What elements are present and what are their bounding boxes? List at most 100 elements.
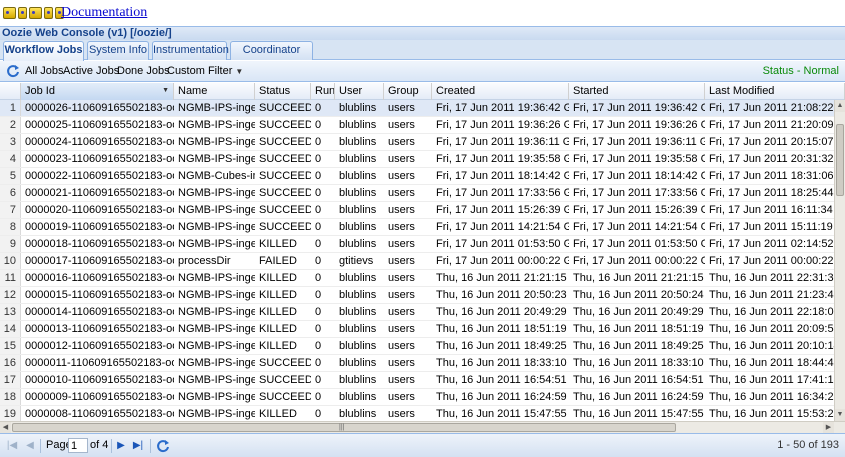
- scroll-up-icon[interactable]: ▲: [835, 100, 845, 112]
- cell-run: 0: [315, 374, 322, 386]
- table-row[interactable]: 7 0000020-110609165502183-oozie-oo NGMB-IP…: [0, 202, 834, 219]
- table-row[interactable]: 9 0000018-110609165502183-oozie-oo NGMB-IP…: [0, 236, 834, 253]
- cell-name: NGMB-IPS-ingestion: [178, 408, 255, 420]
- cell-last-modified: Thu, 16 Jun 2011 22:31:37 GMT: [709, 272, 834, 284]
- cell-job-id: 0000014-110609165502183-oozie-oo: [25, 306, 174, 318]
- tab-coordinator-jobs[interactable]: Coordinator Jobs: [230, 41, 313, 73]
- cell-last-modified: Thu, 16 Jun 2011 20:09:53 GMT: [709, 323, 834, 335]
- table-row[interactable]: 14 0000013-110609165502183-oozie-oo NGMB-I…: [0, 321, 834, 338]
- table-row[interactable]: 13 0000014-110609165502183-oozie-oo NGMB-I…: [0, 304, 834, 321]
- sort-desc-icon[interactable]: ▼: [162, 83, 169, 99]
- dropdown-caret-icon: ▼: [235, 67, 244, 76]
- table-row[interactable]: 16 0000011-110609165502183-oozie-oo NGMB-I…: [0, 355, 834, 372]
- cell-name: NGMB-IPS-ingestion: [178, 357, 255, 369]
- table-row[interactable]: 11 0000016-110609165502183-oozie-oo NGMB-I…: [0, 270, 834, 287]
- table-row[interactable]: 3 0000024-110609165502183-oozie-oo NGMB-IP…: [0, 134, 834, 151]
- cell-run: 0: [315, 136, 322, 148]
- prev-page-icon[interactable]: ◀: [24, 440, 36, 452]
- tab-instrumentation[interactable]: Instrumentation: [152, 41, 229, 60]
- table-row[interactable]: 18 0000009-110609165502183-oozie-oo NGMB-I…: [0, 389, 834, 406]
- column-header-started[interactable]: Started: [569, 83, 705, 100]
- all-jobs-button[interactable]: All Jobs: [25, 65, 64, 78]
- cell-user: blublins: [339, 187, 377, 199]
- cell-last-modified: Fri, 17 Jun 2011 00:00:22 GMT: [709, 255, 834, 267]
- column-header-status[interactable]: Status: [255, 83, 311, 100]
- row-number: 14: [0, 321, 21, 337]
- cell-status: SUCCEEDED: [259, 102, 311, 114]
- refresh-icon[interactable]: [6, 64, 20, 78]
- cell-run: 0: [315, 306, 322, 318]
- table-row[interactable]: 8 0000019-110609165502183-oozie-oo NGMB-IP…: [0, 219, 834, 236]
- cell-started: Fri, 17 Jun 2011 17:33:56 GMT: [573, 187, 705, 199]
- documentation-link[interactable]: Documentation: [61, 5, 147, 21]
- cell-run: 0: [315, 323, 322, 335]
- table-row[interactable]: 4 0000023-110609165502183-oozie-oo NGMB-IP…: [0, 151, 834, 168]
- column-header-run[interactable]: Run: [311, 83, 335, 100]
- custom-filter-label: Custom Filter: [167, 65, 233, 77]
- cell-created: Fri, 17 Jun 2011 19:36:26 GMT: [436, 119, 569, 131]
- tab-system-info[interactable]: System Info: [87, 41, 149, 60]
- cell-group: users: [388, 119, 415, 131]
- cell-name: NGMB-IPS-ingestion: [178, 374, 255, 386]
- cell-started: Thu, 16 Jun 2011 20:50:24 GMT: [573, 289, 705, 301]
- top-bar: Documentation: [0, 0, 845, 26]
- column-header-name[interactable]: Name: [174, 83, 255, 100]
- cell-run: 0: [315, 153, 322, 165]
- cell-job-id: 0000026-110609165502183-oozie-oo: [25, 102, 174, 114]
- table-row[interactable]: 2 0000025-110609165502183-oozie-oo NGMB-IP…: [0, 117, 834, 134]
- horizontal-scroll-thumb[interactable]: |||: [12, 423, 676, 432]
- cell-name: NGMB-IPS-ingestion: [178, 391, 255, 403]
- grip-icon: |||: [339, 424, 345, 431]
- cell-created: Thu, 16 Jun 2011 21:21:15 GMT: [436, 272, 569, 284]
- custom-filter-menu[interactable]: Custom Filter ▼: [167, 65, 243, 78]
- column-header-job-id[interactable]: Job Id ▼: [21, 83, 174, 100]
- table-row[interactable]: 12 0000015-110609165502183-oozie-oo NGMB-I…: [0, 287, 834, 304]
- scroll-down-icon[interactable]: ▼: [835, 409, 845, 421]
- cell-started: Fri, 17 Jun 2011 00:00:22 GMT: [573, 255, 705, 267]
- column-header-label: Job Id: [25, 85, 55, 97]
- cell-status: SUCCEEDED: [259, 119, 311, 131]
- cell-user: blublins: [339, 204, 377, 216]
- cell-last-modified: Thu, 16 Jun 2011 20:10:14 GMT: [709, 340, 834, 352]
- row-number: 7: [0, 202, 21, 218]
- column-header-user[interactable]: User: [335, 83, 384, 100]
- refresh-icon[interactable]: [156, 439, 170, 453]
- separator: [111, 439, 112, 453]
- cell-started: Thu, 16 Jun 2011 21:21:15 GMT: [573, 272, 705, 284]
- column-header-group[interactable]: Group: [384, 83, 432, 100]
- next-page-icon[interactable]: ▶: [115, 440, 127, 452]
- table-row[interactable]: 1 0000026-110609165502183-oozie-oo NGMB-IP…: [0, 100, 834, 117]
- table-row[interactable]: 19 0000008-110609165502183-oozie-oo NGMB-I…: [0, 406, 834, 421]
- table-row[interactable]: 10 0000017-110609165502183-oozie-oo proces…: [0, 253, 834, 270]
- cell-status: KILLED: [259, 272, 297, 284]
- cell-name: NGMB-IPS-ingestion: [178, 306, 255, 318]
- cell-last-modified: Fri, 17 Jun 2011 02:14:52 GMT: [709, 238, 834, 250]
- active-jobs-button[interactable]: Active Jobs: [63, 65, 119, 78]
- page-number-input[interactable]: [68, 438, 88, 453]
- table-row[interactable]: 5 0000022-110609165502183-oozie-oo NGMB-Cu…: [0, 168, 834, 185]
- column-header-last-modified[interactable]: Last Modified: [705, 83, 845, 100]
- table-row[interactable]: 17 0000010-110609165502183-oozie-oo NGMB-I…: [0, 372, 834, 389]
- cell-job-id: 0000023-110609165502183-oozie-oo: [25, 153, 174, 165]
- first-page-icon[interactable]: |◀: [6, 440, 18, 452]
- done-jobs-button[interactable]: Done Jobs: [117, 65, 170, 78]
- tab-workflow-jobs[interactable]: Workflow Jobs: [3, 41, 84, 61]
- cell-group: users: [388, 170, 415, 182]
- cell-started: Fri, 17 Jun 2011 19:36:42 GMT: [573, 102, 705, 114]
- table-row[interactable]: 6 0000021-110609165502183-oozie-oo NGMB-IP…: [0, 185, 834, 202]
- cell-user: blublins: [339, 306, 377, 318]
- scroll-right-icon[interactable]: ▶: [823, 422, 834, 433]
- cell-last-modified: Thu, 16 Jun 2011 15:53:23 GMT: [709, 408, 834, 420]
- last-page-icon[interactable]: ▶|: [132, 440, 144, 452]
- scroll-left-icon[interactable]: ◀: [0, 422, 11, 433]
- horizontal-scrollbar[interactable]: ◀ ||| ▶: [0, 421, 845, 433]
- cell-run: 0: [315, 187, 322, 199]
- column-header-created[interactable]: Created: [432, 83, 569, 100]
- vertical-scrollbar[interactable]: ▲ ▼: [834, 100, 845, 421]
- vertical-scroll-thumb[interactable]: [836, 124, 844, 196]
- cell-created: Fri, 17 Jun 2011 17:33:56 GMT: [436, 187, 569, 199]
- cell-status: KILLED: [259, 340, 297, 352]
- table-row[interactable]: 15 0000012-110609165502183-oozie-oo NGMB-I…: [0, 338, 834, 355]
- cell-created: Fri, 17 Jun 2011 14:21:54 GMT: [436, 221, 569, 233]
- cell-user: blublins: [339, 374, 377, 386]
